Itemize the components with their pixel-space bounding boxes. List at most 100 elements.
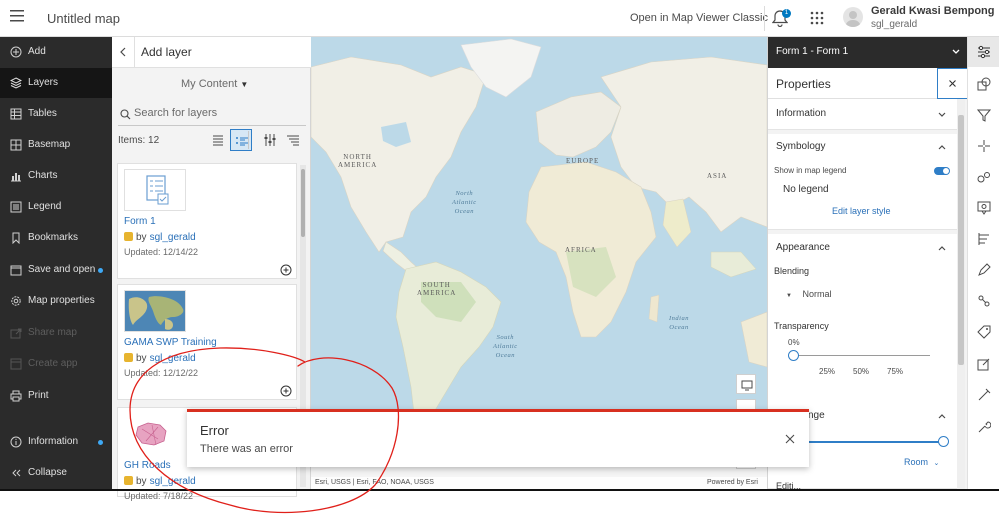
user-id[interactable]: sgl_gerald	[871, 19, 917, 30]
label-indian-ocean: Indian Ocean	[669, 314, 689, 332]
edit-icon	[977, 358, 990, 371]
range-dropdown[interactable]: Room ⌄	[904, 457, 939, 467]
close-properties-button[interactable]	[937, 68, 968, 99]
pencil-icon	[978, 263, 991, 276]
panel-scrollbar-thumb[interactable]	[301, 169, 305, 237]
section-title: Symbology	[776, 141, 826, 152]
avatar[interactable]	[843, 7, 863, 27]
nav-legend[interactable]: Legend	[0, 192, 112, 222]
close-error-button[interactable]	[784, 433, 796, 445]
fields-icon	[978, 233, 989, 245]
cluster-tool-button[interactable]	[977, 170, 991, 184]
items-count: Items: 12	[118, 135, 160, 146]
gear-icon	[11, 296, 21, 306]
updated-date: Updated: 12/14/22	[124, 247, 199, 257]
slider-tick-label: 75%	[887, 367, 904, 376]
layer-name[interactable]: Form 1	[124, 216, 156, 227]
chevron-up-icon[interactable]	[937, 244, 947, 252]
filter-tool-button[interactable]	[977, 108, 991, 122]
labels-tool-button[interactable]	[977, 325, 991, 339]
sort-button[interactable]	[282, 129, 304, 151]
nav-map-properties[interactable]: Map properties	[0, 286, 112, 316]
label-north-america: NORTH AMERICA	[338, 153, 377, 169]
edit-style-link[interactable]: Edit layer style	[832, 206, 891, 216]
measure-tool-button[interactable]	[977, 420, 991, 434]
chevron-up-icon[interactable]	[937, 143, 947, 151]
layer-selector[interactable]: Form 1 - Form 1	[768, 37, 968, 68]
information-section[interactable]: Information	[768, 99, 957, 130]
search-input[interactable]	[134, 107, 302, 119]
sketch-tool-button[interactable]	[977, 263, 991, 277]
transparency-slider-handle[interactable]	[788, 350, 799, 361]
filter-icon	[977, 109, 991, 122]
blending-dropdown[interactable]: ▼ Normal	[786, 289, 831, 299]
nav-save-and-open[interactable]: Save and open	[0, 255, 112, 285]
plus-circle-icon	[280, 385, 292, 397]
range-slider-track[interactable]	[808, 441, 944, 443]
properties-scrollbar-thumb[interactable]	[958, 115, 964, 365]
search-box[interactable]	[118, 104, 306, 126]
layer-card[interactable]: Form 1 by sgl_gerald Updated: 12/14/22	[117, 163, 297, 279]
app-icon	[10, 358, 22, 370]
nav-add[interactable]: Add	[0, 37, 112, 67]
user-name[interactable]: Gerald Kwasi Bempong	[871, 5, 994, 17]
add-layer-button[interactable]	[280, 385, 292, 397]
layer-card[interactable]: GAMA SWP Training by sgl_gerald Updated: …	[117, 284, 297, 400]
content-source-dropdown[interactable]: My Content ▼	[181, 78, 248, 90]
close-icon	[949, 80, 956, 87]
nav-print[interactable]: Print	[0, 381, 112, 411]
owner-link[interactable]: sgl_gerald	[150, 353, 196, 364]
nav-bookmarks[interactable]: Bookmarks	[0, 223, 112, 253]
bookmarks-icon	[12, 232, 20, 244]
map-tool-button[interactable]	[736, 399, 756, 409]
popups-tool-button[interactable]	[977, 201, 991, 215]
properties-title: Properties	[776, 77, 831, 91]
nav-basemap[interactable]: Basemap	[0, 130, 112, 160]
analysis-tool-button[interactable]	[977, 294, 991, 308]
filter-button[interactable]	[259, 129, 281, 151]
basemap-icon	[10, 139, 22, 151]
sketch-line-tool-button[interactable]	[977, 388, 991, 402]
label-text: North Atlantic Ocean	[452, 190, 477, 215]
map-thumbnail	[124, 290, 186, 332]
map-tool-button[interactable]	[736, 374, 756, 394]
app-launcher-icon[interactable]	[810, 11, 824, 25]
info-icon	[10, 436, 22, 448]
transparency-slider-track[interactable]	[794, 355, 930, 356]
range-slider-handle[interactable]	[938, 436, 949, 447]
right-toolbar	[967, 37, 999, 489]
show-legend-toggle[interactable]	[934, 167, 950, 175]
nav-label: Information	[28, 436, 79, 447]
owner-link[interactable]: sgl_gerald	[150, 232, 196, 243]
layer-name[interactable]: GAMA SWP Training	[124, 337, 217, 348]
menu-icon[interactable]	[10, 10, 24, 22]
open-classic-link[interactable]: Open in Map Viewer Classic	[630, 12, 768, 24]
nav-layers[interactable]: Layers	[0, 68, 112, 98]
nav-information[interactable]: Information	[0, 427, 112, 457]
properties-tool-button[interactable]	[968, 37, 999, 67]
window-bottom-border	[0, 489, 999, 491]
fields-tool-button[interactable]	[977, 232, 991, 246]
chevron-up-icon[interactable]	[937, 412, 947, 420]
nav-charts[interactable]: Charts	[0, 161, 112, 191]
nav-label: Share map	[28, 327, 77, 338]
effects-tool-button[interactable]	[977, 139, 991, 153]
nav-label: Tables	[28, 108, 57, 119]
add-layer-button[interactable]	[280, 264, 292, 276]
nav-collapse[interactable]: Collapse	[0, 458, 112, 488]
nav-label: Print	[28, 390, 49, 401]
layer-name[interactable]: GH Roads	[124, 460, 171, 471]
chevron-down-icon	[952, 49, 960, 54]
styles-tool-button[interactable]	[977, 77, 991, 91]
back-chevron-icon[interactable]	[118, 45, 128, 59]
nav-tables[interactable]: Tables	[0, 99, 112, 129]
powered-by[interactable]: Powered by Esri	[707, 479, 758, 486]
charts-icon	[11, 173, 21, 182]
wrench-icon	[978, 421, 991, 433]
popup-icon	[977, 201, 991, 215]
map-title[interactable]: Untitled map	[47, 11, 120, 26]
left-navigation: Add Layers Tables Basemap Charts Legend …	[0, 37, 112, 489]
edit-tool-button[interactable]	[977, 357, 991, 371]
owner-link[interactable]: sgl_gerald	[150, 476, 196, 487]
list-view-button[interactable]	[207, 129, 229, 151]
